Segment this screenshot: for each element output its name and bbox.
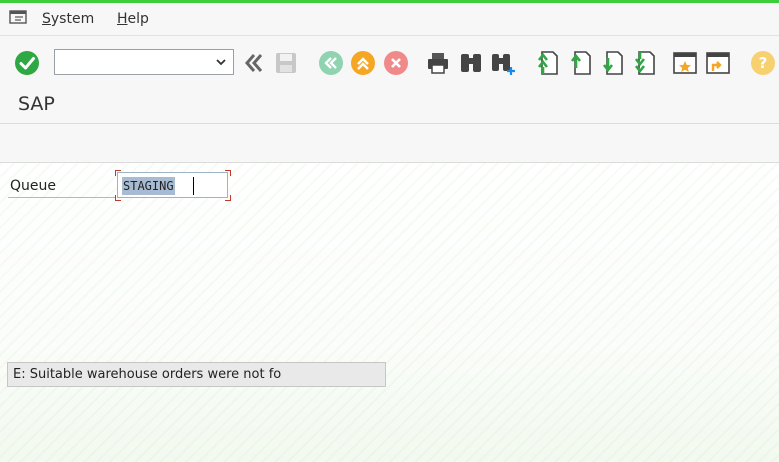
queue-input-value: STAGING — [122, 177, 175, 195]
page-title: SAP — [18, 93, 55, 115]
queue-input[interactable]: STAGING — [117, 172, 228, 198]
standard-toolbar: ? — [0, 36, 779, 88]
exit-icon[interactable] — [350, 50, 376, 76]
queue-label: Queue — [8, 177, 116, 198]
command-field[interactable] — [54, 49, 234, 75]
title-bar: SAP — [0, 88, 779, 124]
chevron-down-icon[interactable] — [215, 56, 227, 68]
command-input[interactable] — [59, 51, 213, 75]
background-pattern — [0, 163, 779, 462]
main-content: Queue STAGING E: Suitable warehouse orde… — [0, 163, 779, 462]
menu-help[interactable]: Help — [117, 11, 149, 27]
application-toolbar — [0, 124, 779, 163]
first-page-nav-icon[interactable] — [533, 50, 559, 76]
shortcut-icon[interactable] — [705, 50, 731, 76]
print-icon[interactable] — [425, 50, 451, 76]
find-next-icon[interactable] — [490, 50, 516, 76]
focus-corner-bottom-right — [225, 195, 231, 201]
enter-icon[interactable] — [14, 50, 40, 76]
back-icon[interactable] — [241, 50, 267, 76]
first-page-icon[interactable] — [318, 50, 344, 76]
help-icon[interactable]: ? — [750, 50, 776, 76]
save-icon[interactable] — [273, 50, 299, 76]
svg-text:?: ? — [759, 54, 768, 72]
focus-corner-top-left — [115, 170, 121, 176]
text-cursor — [193, 177, 194, 195]
last-page-icon[interactable] — [630, 50, 656, 76]
focus-corner-bottom-left — [115, 195, 121, 201]
menu-icon[interactable] — [9, 10, 27, 24]
find-icon[interactable] — [458, 50, 484, 76]
create-session-icon[interactable] — [672, 50, 698, 76]
menu-system[interactable]: System — [42, 11, 94, 27]
next-page-icon[interactable] — [598, 50, 624, 76]
menu-bar: System Help — [0, 3, 779, 36]
previous-page-icon[interactable] — [566, 50, 592, 76]
status-message[interactable]: E: Suitable warehouse orders were not fo — [7, 362, 386, 387]
cancel-icon[interactable] — [383, 50, 409, 76]
focus-corner-top-right — [225, 170, 231, 176]
